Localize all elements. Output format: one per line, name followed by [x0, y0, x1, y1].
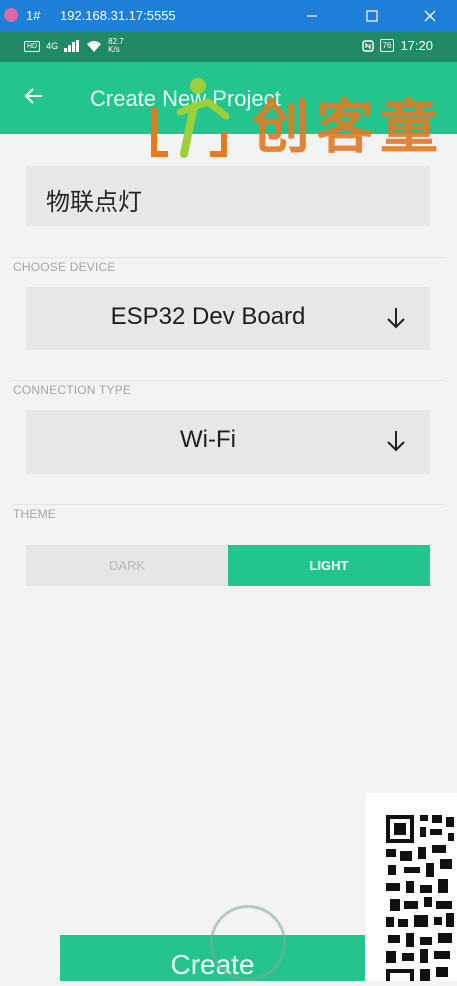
theme-light-option[interactable]: LIGHT	[228, 545, 430, 586]
hd-badge: HD	[24, 40, 41, 52]
window-index: 1#	[26, 8, 41, 23]
network-type: 4G	[46, 41, 59, 51]
project-name-value: 物联点灯	[46, 188, 142, 216]
app-icon	[4, 8, 18, 22]
touch-indicator	[210, 905, 286, 981]
theme-dark-option[interactable]: DARK	[26, 545, 228, 586]
divider	[12, 504, 444, 505]
divider	[12, 380, 444, 381]
maximize-button[interactable]	[352, 0, 392, 32]
back-button[interactable]	[22, 84, 46, 108]
choose-device-label: CHOOSE DEVICE	[13, 260, 116, 274]
window-titlebar: 1# 192.168.31.17:5555	[0, 0, 457, 32]
connection-value: Wi-Fi	[180, 426, 236, 453]
window-address: 192.168.31.17:5555	[60, 8, 176, 23]
connection-select[interactable]: Wi-Fi	[26, 410, 430, 474]
qr-code	[366, 793, 457, 981]
maximize-icon	[366, 10, 378, 22]
minimize-button[interactable]	[292, 0, 332, 32]
close-button[interactable]	[410, 0, 450, 32]
status-left: HD 4G 82.7 K/s	[24, 38, 124, 54]
battery-icon: 76	[379, 39, 395, 52]
status-bar: HD 4G 82.7 K/s 76 17:20	[0, 32, 457, 62]
clock: 17:20	[400, 38, 433, 53]
device-value: ESP32 Dev Board	[110, 303, 306, 330]
divider	[12, 257, 444, 258]
watermark-text: 创客童	[252, 93, 445, 161]
theme-toggle: DARK LIGHT	[26, 545, 430, 586]
qr-code-icon	[386, 815, 454, 981]
arrow-left-icon	[24, 88, 42, 104]
minimize-icon	[307, 15, 317, 17]
signal-icon	[64, 40, 80, 52]
status-right: 76 17:20	[361, 38, 433, 53]
connection-type-label: CONNECTION TYPE	[13, 383, 132, 397]
wifi-icon	[87, 41, 102, 52]
device-select[interactable]: ESP32 Dev Board	[26, 287, 430, 350]
nfc-icon	[361, 39, 374, 52]
net-speed: 82.7 K/s	[108, 37, 124, 54]
theme-label: THEME	[13, 507, 56, 521]
arrow-down-icon	[387, 308, 405, 329]
arrow-down-icon	[387, 431, 405, 452]
close-icon	[424, 10, 436, 22]
project-name-input[interactable]: 物联点灯	[26, 166, 430, 226]
